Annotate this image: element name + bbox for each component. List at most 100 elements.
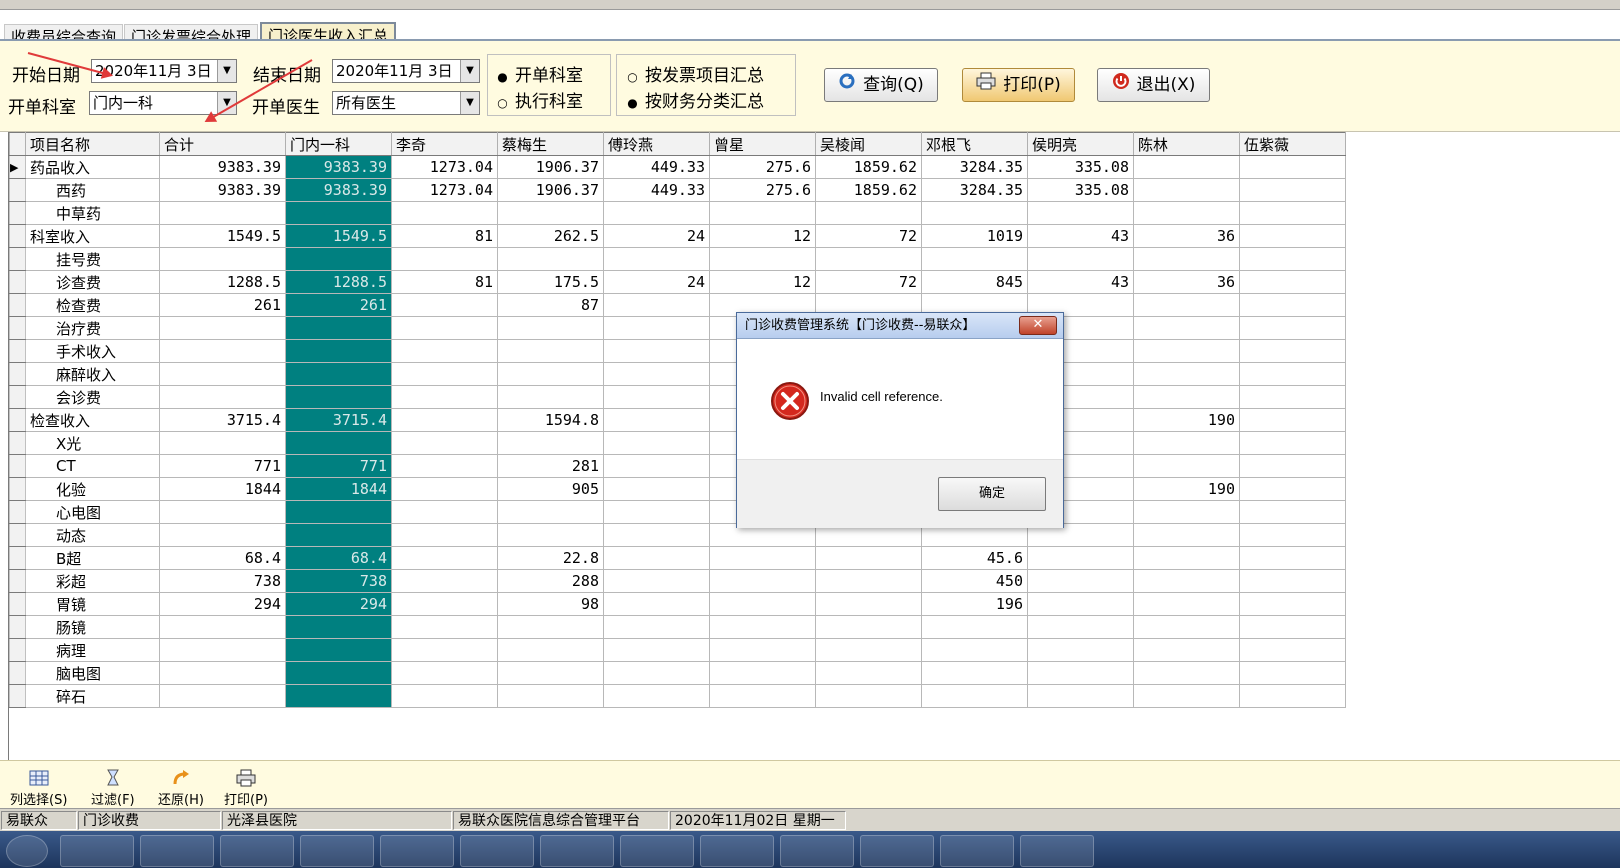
value-cell[interactable]: 81 — [391, 270, 498, 294]
value-cell[interactable] — [603, 661, 710, 685]
table-row[interactable]: B超 68.4 68.4 22.8 45.6 — [9, 546, 1346, 570]
table-row[interactable]: 中草药 — [9, 201, 1346, 225]
value-cell[interactable] — [391, 546, 498, 570]
value-cell[interactable] — [1027, 546, 1134, 570]
item-name-cell[interactable]: 碎石 — [25, 684, 160, 708]
table-row[interactable]: X光 — [9, 431, 1346, 455]
chevron-down-icon[interactable]: ▼ — [217, 60, 236, 82]
table-row[interactable]: 挂号费 — [9, 247, 1346, 271]
value-cell[interactable]: 22.8 — [497, 546, 604, 570]
value-cell[interactable]: 190 — [1133, 408, 1240, 432]
value-cell[interactable]: 87 — [497, 293, 604, 317]
value-cell[interactable]: 845 — [921, 270, 1028, 294]
value-cell[interactable]: 43 — [1027, 270, 1134, 294]
value-cell[interactable] — [1133, 569, 1240, 593]
value-cell[interactable]: 1594.8 — [497, 408, 604, 432]
value-cell[interactable] — [497, 615, 604, 639]
value-cell[interactable] — [159, 385, 286, 409]
value-cell[interactable] — [1239, 224, 1346, 248]
value-cell[interactable]: 68.4 — [159, 546, 286, 570]
taskbar-app[interactable] — [220, 835, 294, 867]
value-cell[interactable] — [1133, 385, 1240, 409]
value-cell[interactable] — [391, 454, 498, 478]
doctor-select[interactable]: 所有医生 ▼ — [332, 91, 480, 115]
value-cell[interactable] — [497, 362, 604, 386]
taskbar-app[interactable] — [780, 835, 854, 867]
value-cell[interactable]: 281 — [497, 454, 604, 478]
table-row[interactable]: 肠镜 — [9, 615, 1346, 639]
value-cell[interactable] — [1027, 592, 1134, 616]
column-header[interactable]: 门内一科 — [285, 132, 392, 156]
table-row[interactable]: 动态 — [9, 523, 1346, 547]
value-cell[interactable] — [1239, 385, 1346, 409]
value-cell[interactable] — [159, 500, 286, 524]
value-cell[interactable]: 261 — [285, 293, 392, 317]
value-cell[interactable] — [815, 201, 922, 225]
column-header[interactable]: 李奇 — [391, 132, 498, 156]
value-cell[interactable]: 1549.5 — [159, 224, 286, 248]
value-cell[interactable]: 275.6 — [709, 155, 816, 179]
value-cell[interactable] — [1239, 638, 1346, 662]
value-cell[interactable] — [1239, 523, 1346, 547]
value-cell[interactable] — [285, 661, 392, 685]
ok-button[interactable]: 确定 — [938, 477, 1046, 511]
taskbar-app[interactable] — [460, 835, 534, 867]
taskbar-app[interactable] — [540, 835, 614, 867]
value-cell[interactable]: 288 — [497, 569, 604, 593]
value-cell[interactable] — [1133, 431, 1240, 455]
value-cell[interactable]: 1844 — [285, 477, 392, 501]
value-cell[interactable] — [603, 408, 710, 432]
value-cell[interactable] — [1239, 155, 1346, 179]
value-cell[interactable] — [285, 247, 392, 271]
value-cell[interactable] — [709, 247, 816, 271]
value-cell[interactable]: 294 — [285, 592, 392, 616]
value-cell[interactable] — [159, 201, 286, 225]
value-cell[interactable]: 9383.39 — [285, 155, 392, 179]
value-cell[interactable] — [603, 500, 710, 524]
value-cell[interactable] — [603, 385, 710, 409]
value-cell[interactable] — [1239, 592, 1346, 616]
table-row[interactable]: 检查费 261 261 87 — [9, 293, 1346, 317]
table-row[interactable]: 化验 1844 1844 905 190 — [9, 477, 1346, 501]
value-cell[interactable] — [285, 362, 392, 386]
item-name-cell[interactable]: 胃镜 — [25, 592, 160, 616]
value-cell[interactable] — [159, 638, 286, 662]
value-cell[interactable]: 738 — [285, 569, 392, 593]
table-row[interactable]: CT 771 771 281 — [9, 454, 1346, 478]
item-name-cell[interactable]: 麻醉收入 — [25, 362, 160, 386]
value-cell[interactable]: 36 — [1133, 224, 1240, 248]
value-cell[interactable]: 72 — [815, 224, 922, 248]
value-cell[interactable] — [1239, 684, 1346, 708]
table-row[interactable]: 胃镜 294 294 98 196 — [9, 592, 1346, 616]
value-cell[interactable] — [1133, 155, 1240, 179]
radio-invoice-summary[interactable]: ○ 按发票项目汇总 — [626, 61, 764, 86]
value-cell[interactable] — [391, 638, 498, 662]
value-cell[interactable] — [709, 546, 816, 570]
bottom-print-button[interactable]: 打印(P) — [224, 769, 268, 808]
value-cell[interactable] — [285, 638, 392, 662]
value-cell[interactable] — [1133, 339, 1240, 363]
value-cell[interactable]: 98 — [497, 592, 604, 616]
item-name-cell[interactable]: 肠镜 — [25, 615, 160, 639]
value-cell[interactable] — [497, 339, 604, 363]
column-header[interactable]: 邓根飞 — [921, 132, 1028, 156]
value-cell[interactable] — [159, 523, 286, 547]
value-cell[interactable] — [1239, 201, 1346, 225]
value-cell[interactable]: 9383.39 — [159, 155, 286, 179]
print-button[interactable]: 打印(P) — [962, 68, 1075, 102]
chevron-down-icon[interactable]: ▼ — [460, 60, 479, 82]
table-row[interactable]: 检查收入 3715.4 3715.4 1594.8 190 — [9, 408, 1346, 432]
table-row[interactable]: 病理 — [9, 638, 1346, 662]
value-cell[interactable]: 449.33 — [603, 178, 710, 202]
value-cell[interactable] — [159, 661, 286, 685]
item-name-cell[interactable]: 挂号费 — [25, 247, 160, 271]
value-cell[interactable] — [1133, 592, 1240, 616]
value-cell[interactable] — [497, 638, 604, 662]
value-cell[interactable]: 81 — [391, 224, 498, 248]
value-cell[interactable] — [1239, 569, 1346, 593]
radio-order-dept[interactable]: ● 开单科室 — [496, 61, 583, 86]
value-cell[interactable] — [603, 477, 710, 501]
item-name-cell[interactable]: 药品收入 — [25, 155, 160, 179]
value-cell[interactable]: 335.08 — [1027, 155, 1134, 179]
value-cell[interactable] — [391, 431, 498, 455]
